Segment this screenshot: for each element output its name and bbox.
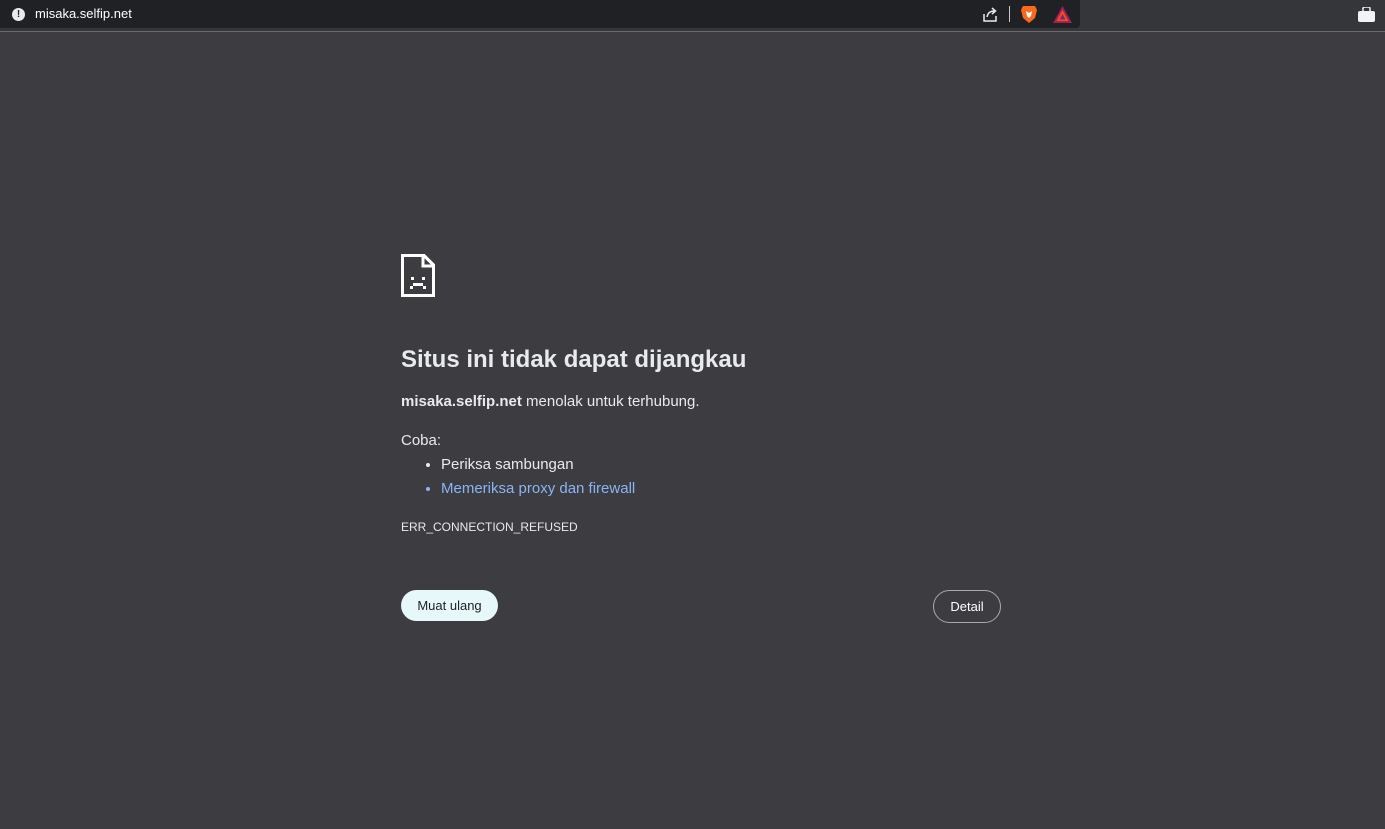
browser-toolbar: ! misaka.selfip.net	[0, 0, 1385, 32]
sad-page-icon	[401, 254, 435, 297]
suggestions-list: Periksa sambungan Memeriksa proxy dan fi…	[401, 453, 635, 501]
suggestion-check-proxy-firewall-link[interactable]: Memeriksa proxy dan firewall	[441, 477, 635, 501]
details-button[interactable]: Detail	[933, 590, 1001, 623]
brave-shield-icon[interactable]	[1019, 4, 1039, 24]
suggestions-heading: Coba:	[401, 432, 442, 449]
error-summary: misaka.selfip.net menolak untuk terhubun…	[401, 393, 700, 410]
extensions-icon[interactable]	[1358, 7, 1375, 22]
url-text[interactable]: misaka.selfip.net	[35, 6, 132, 21]
toolbar-divider	[1009, 6, 1010, 22]
brave-rewards-icon[interactable]	[1052, 5, 1073, 24]
share-icon[interactable]	[981, 5, 999, 23]
error-summary-text: menolak untuk terhubung.	[521, 393, 700, 410]
error-code: ERR_CONNECTION_REFUSED	[401, 520, 578, 534]
reload-button[interactable]: Muat ulang	[401, 590, 498, 621]
error-host: misaka.selfip.net	[401, 393, 522, 410]
address-bar[interactable]: ! misaka.selfip.net	[0, 0, 1080, 28]
error-title: Situs ini tidak dapat dijangkau	[401, 346, 747, 373]
info-icon[interactable]: !	[12, 8, 25, 21]
suggestion-check-connection: Periksa sambungan	[441, 453, 635, 477]
